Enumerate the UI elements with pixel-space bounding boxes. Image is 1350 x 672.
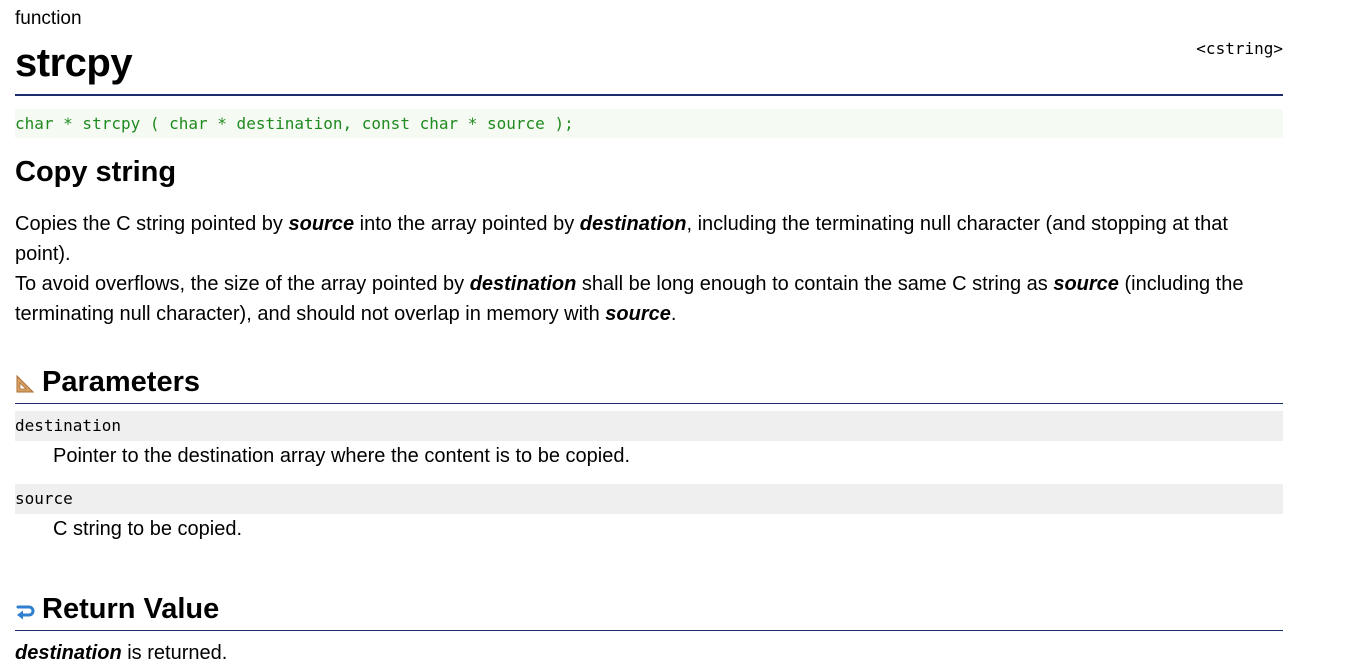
parameters-heading: Parameters xyxy=(15,365,1283,404)
entity-kind-label: function xyxy=(15,8,82,29)
description-paragraph-2: To avoid overflows, the size of the arra… xyxy=(15,269,1283,329)
param-ref-destination: destination xyxy=(15,642,122,664)
text-span: shall be long enough to contain the same… xyxy=(576,273,1054,295)
return-arrow-icon xyxy=(15,600,35,620)
header-file-label: <cstring> xyxy=(1196,39,1283,58)
text-span: . xyxy=(670,303,677,325)
param-ref-source: source xyxy=(605,303,671,325)
text-span: Copies the C string pointed by xyxy=(15,213,289,235)
return-value-heading: Return Value xyxy=(15,592,1283,631)
param-desc-source: C string to be copied. xyxy=(53,518,242,540)
title-divider xyxy=(15,94,1283,96)
param-name-source: source xyxy=(15,484,1283,514)
description-paragraph-1: Copies the C string pointed by source in… xyxy=(15,209,1283,269)
param-ref-source: source xyxy=(288,213,355,235)
text-span: To avoid overflows, the size of the arra… xyxy=(15,273,470,295)
param-ref-destination: destination xyxy=(579,213,687,235)
page-title: strcpy xyxy=(15,41,133,85)
param-desc-destination: Pointer to the destination array where t… xyxy=(53,445,631,467)
text-span: is returned. xyxy=(121,642,228,664)
return-value-text: destination is returned. xyxy=(15,638,227,668)
set-square-icon xyxy=(15,373,35,393)
param-name-destination: destination xyxy=(15,411,1283,441)
text-span: into the array pointed by xyxy=(354,213,580,235)
return-value-title: Return Value xyxy=(42,593,220,625)
param-ref-source: source xyxy=(1053,273,1119,295)
description-title: Copy string xyxy=(15,156,177,188)
parameters-title: Parameters xyxy=(42,366,200,398)
function-prototype: char * strcpy ( char * destination, cons… xyxy=(15,109,1283,138)
param-ref-destination: destination xyxy=(469,273,577,295)
